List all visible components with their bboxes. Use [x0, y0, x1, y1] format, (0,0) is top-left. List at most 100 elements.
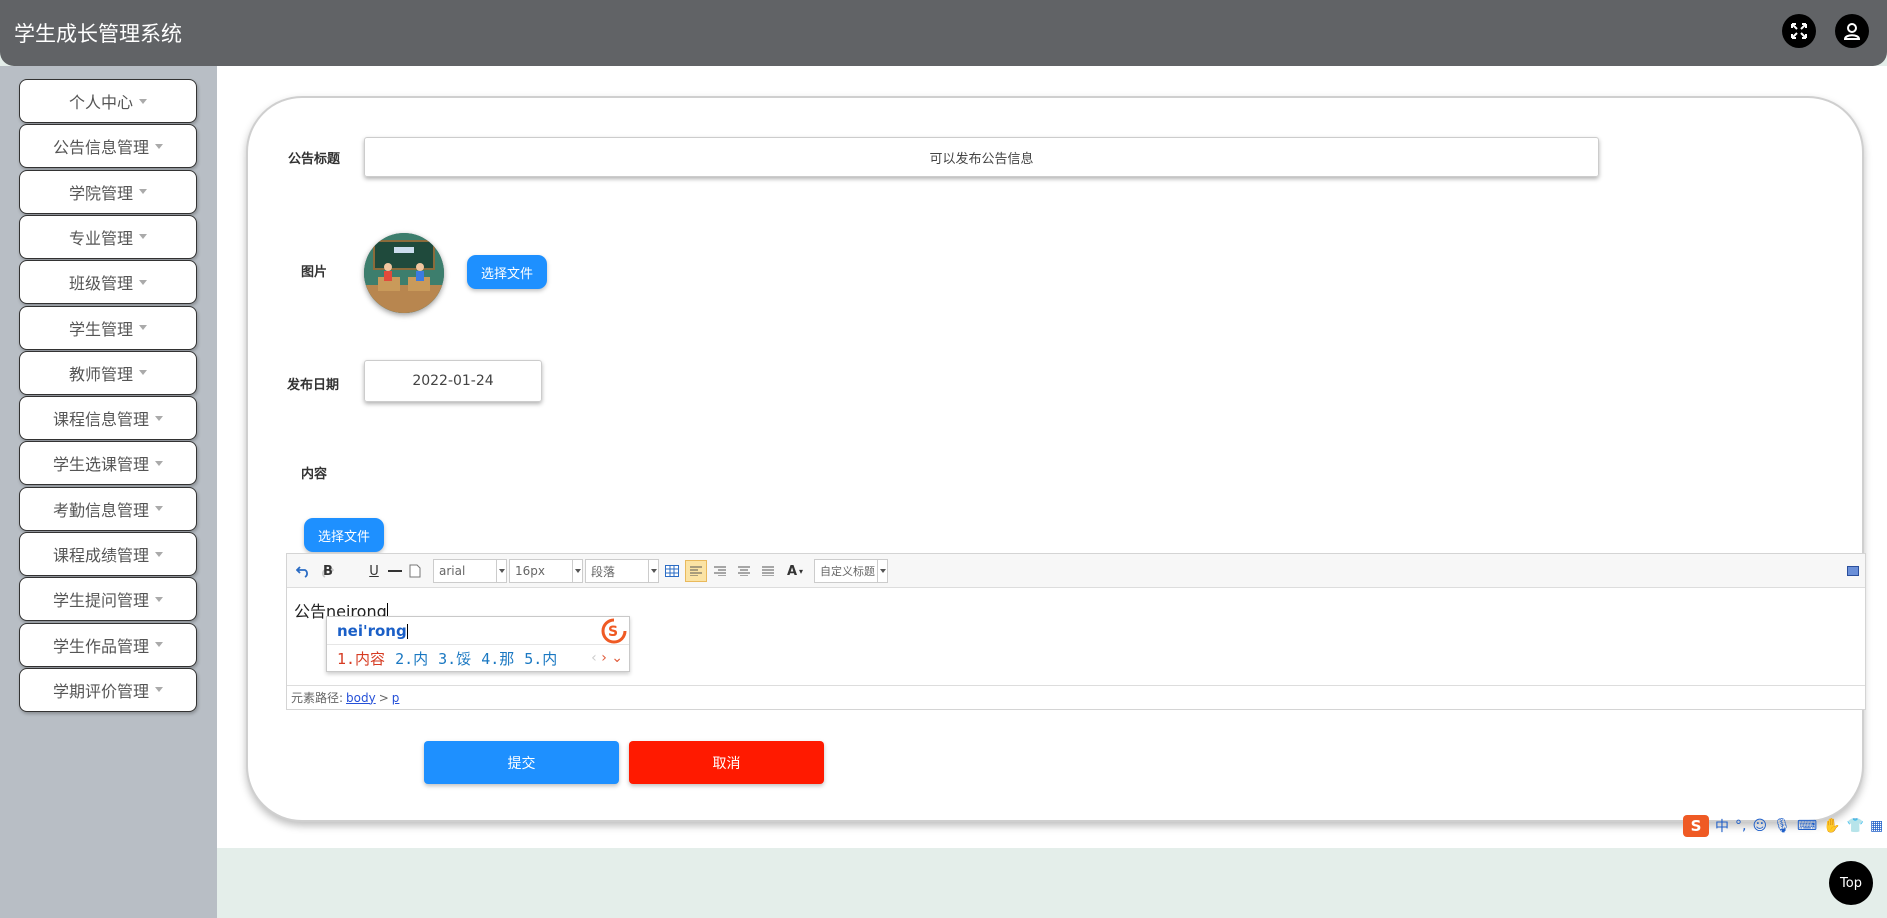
path-separator: > [378, 690, 389, 705]
element-path-label: 元素路径: [291, 691, 344, 705]
ime-prev-icon[interactable]: ‹ [591, 650, 597, 666]
sidebar-item-3[interactable]: 专业管理 [19, 214, 197, 259]
path-link-body[interactable]: body [346, 691, 376, 705]
caret-down-icon [139, 98, 147, 104]
chevron-down-icon [572, 560, 582, 582]
align-justify-icon[interactable] [759, 560, 777, 582]
chevron-down-icon [877, 560, 887, 582]
sogou-logo-icon: S [601, 618, 627, 644]
caret-down-icon [155, 687, 163, 693]
underline-button[interactable]: U [367, 560, 381, 582]
sidebar-item-8[interactable]: 学生选课管理 [19, 441, 197, 486]
sidebar-item-label: 课程成绩管理 [52, 546, 149, 565]
ime-separator [327, 644, 629, 645]
font-size-select[interactable]: 16px [509, 559, 583, 583]
sidebar-item-5[interactable]: 学生管理 [19, 305, 197, 350]
font-family-select[interactable]: arial [433, 559, 507, 583]
ime-expand-icon[interactable]: ⌄ [611, 650, 623, 666]
align-center-icon[interactable] [735, 560, 753, 582]
caret-down-icon [155, 642, 163, 648]
align-left-icon[interactable] [685, 560, 707, 582]
ime-candidate-popup: nei'rong S 1.内容 2.内 3.馁 4.那 5.内 ‹ › ⌄ [326, 616, 630, 672]
sidebar-item-7[interactable]: 课程信息管理 [19, 396, 197, 441]
image-label: 图片 [301, 265, 328, 280]
sidebar-item-label: 公告信息管理 [52, 138, 149, 158]
document-icon[interactable] [407, 560, 423, 582]
bold-button[interactable]: B [321, 560, 335, 582]
ime-nav[interactable]: ‹ › ⌄ [591, 650, 623, 666]
ime-candidate[interactable]: 2.内 [395, 650, 428, 668]
title-input[interactable]: 可以发布公告信息 [364, 137, 1599, 177]
content-upload-button[interactable]: 选择文件 [304, 518, 384, 552]
caret-down-icon [155, 460, 163, 466]
svg-text:S: S [608, 624, 618, 640]
image-thumbnail [364, 233, 444, 313]
path-link-p[interactable]: p [392, 691, 400, 705]
sidebar-item-13[interactable]: 学期评价管理 [19, 667, 197, 712]
ime-mode-toggle[interactable]: 中 [1715, 816, 1729, 836]
emoji-icon[interactable]: ☺ [1752, 818, 1767, 834]
sidebar-item-6[interactable]: 教师管理 [19, 350, 197, 395]
sidebar-item-12[interactable]: 学生作品管理 [19, 622, 197, 667]
user-icon [1843, 23, 1861, 40]
hand-icon[interactable]: ✋ [1823, 818, 1840, 834]
table-icon[interactable] [663, 560, 681, 582]
sidebar-item-label: 学生管理 [68, 319, 133, 339]
ime-candidate[interactable]: 3.馁 [438, 650, 471, 668]
ime-candidate[interactable]: 1.内容 [337, 650, 385, 668]
ime-pinyin: nei'rong [337, 622, 407, 640]
top-header: 学生成长管理系统 [0, 0, 1887, 66]
sogou-status-logo-icon[interactable]: S [1683, 815, 1709, 837]
paragraph-select[interactable]: 段落 [585, 559, 659, 583]
toolbox-icon[interactable]: ▦ [1870, 818, 1883, 834]
back-to-top-button[interactable]: Top [1829, 861, 1873, 905]
font-color-button[interactable]: A ▾ [783, 560, 807, 582]
ime-punct-toggle[interactable]: °, [1735, 818, 1746, 834]
sidebar-item-label: 专业管理 [68, 228, 133, 248]
caret-down-icon [139, 234, 147, 240]
ime-cursor [406, 624, 408, 639]
paragraph-value: 段落 [591, 564, 616, 579]
ime-candidate[interactable]: 5.内 [524, 650, 557, 668]
ime-next-icon[interactable]: › [601, 650, 607, 666]
sidebar-item-0[interactable]: 个人中心 [19, 79, 197, 123]
sidebar-item-9[interactable]: 考勤信息管理 [19, 486, 197, 531]
user-button[interactable] [1835, 14, 1869, 48]
caret-down-icon [139, 325, 147, 330]
sidebar-item-label: 学生作品管理 [52, 636, 149, 656]
sidebar-item-11[interactable]: 学生提问管理 [19, 577, 197, 622]
caret-down-icon [139, 370, 147, 376]
sidebar-item-label: 教师管理 [68, 364, 133, 384]
sidebar-item-label: 个人中心 [68, 93, 133, 112]
sidebar-item-4[interactable]: 班级管理 [19, 260, 197, 305]
horizontal-rule-icon[interactable] [387, 560, 403, 582]
date-input[interactable]: 2022-01-24 [364, 360, 542, 402]
sidebar-item-10[interactable]: 课程成绩管理 [19, 532, 197, 576]
editor-toolbar: B U arial 16px 段落 A ▾ 自定义标题 [287, 554, 1865, 588]
submit-button[interactable]: 提交 [424, 741, 619, 784]
skin-icon[interactable]: 👕 [1847, 818, 1864, 834]
undo-icon[interactable] [295, 560, 311, 582]
custom-title-select[interactable]: 自定义标题 [814, 559, 888, 583]
font-color-icon: A [786, 563, 798, 579]
ime-candidate[interactable]: 4.那 [481, 650, 514, 668]
caret-down-icon [155, 596, 163, 602]
fullscreen-button[interactable] [1782, 14, 1816, 48]
ime-input-text: nei'rong [337, 622, 408, 640]
sidebar-item-label: 考勤信息管理 [52, 500, 149, 520]
microphone-icon[interactable]: 🎙 [1773, 818, 1791, 834]
ime-status-bar: S 中 °, ☺ 🎙 ⌨ ✋ 👕 ▦ [1683, 815, 1883, 837]
sidebar-item-1[interactable]: 公告信息管理 [19, 124, 197, 169]
element-path-bar: 元素路径: body > p [287, 685, 1865, 709]
image-upload-button[interactable]: 选择文件 [467, 255, 547, 289]
title-label: 公告标题 [288, 152, 341, 167]
sidebar-item-label: 学期评价管理 [52, 681, 149, 701]
form-card [246, 96, 1864, 822]
align-right-icon[interactable] [711, 560, 729, 582]
sidebar-item-2[interactable]: 学院管理 [19, 169, 197, 214]
keyboard-icon[interactable]: ⌨ [1797, 818, 1817, 834]
sidebar-item-label: 学院管理 [68, 183, 133, 203]
custom-title-value: 自定义标题 [820, 565, 875, 578]
cancel-button[interactable]: 取消 [629, 741, 824, 784]
source-view-icon[interactable] [1844, 560, 1862, 582]
